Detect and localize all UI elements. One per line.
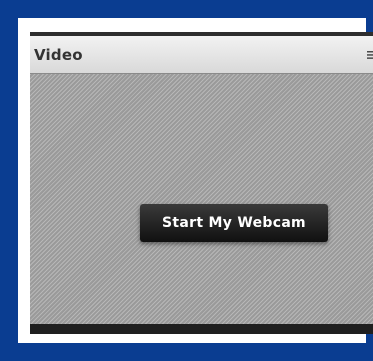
page-frame: Video Start My Webcam	[18, 18, 373, 343]
video-pod-footer	[30, 324, 373, 334]
menu-lines-icon[interactable]	[362, 46, 373, 64]
video-pod-title: Video	[34, 46, 83, 64]
video-pod-header: Video	[30, 36, 373, 74]
start-webcam-button[interactable]: Start My Webcam	[140, 204, 328, 242]
video-pod: Video Start My Webcam	[30, 32, 373, 334]
video-pod-body: Start My Webcam	[30, 74, 373, 324]
